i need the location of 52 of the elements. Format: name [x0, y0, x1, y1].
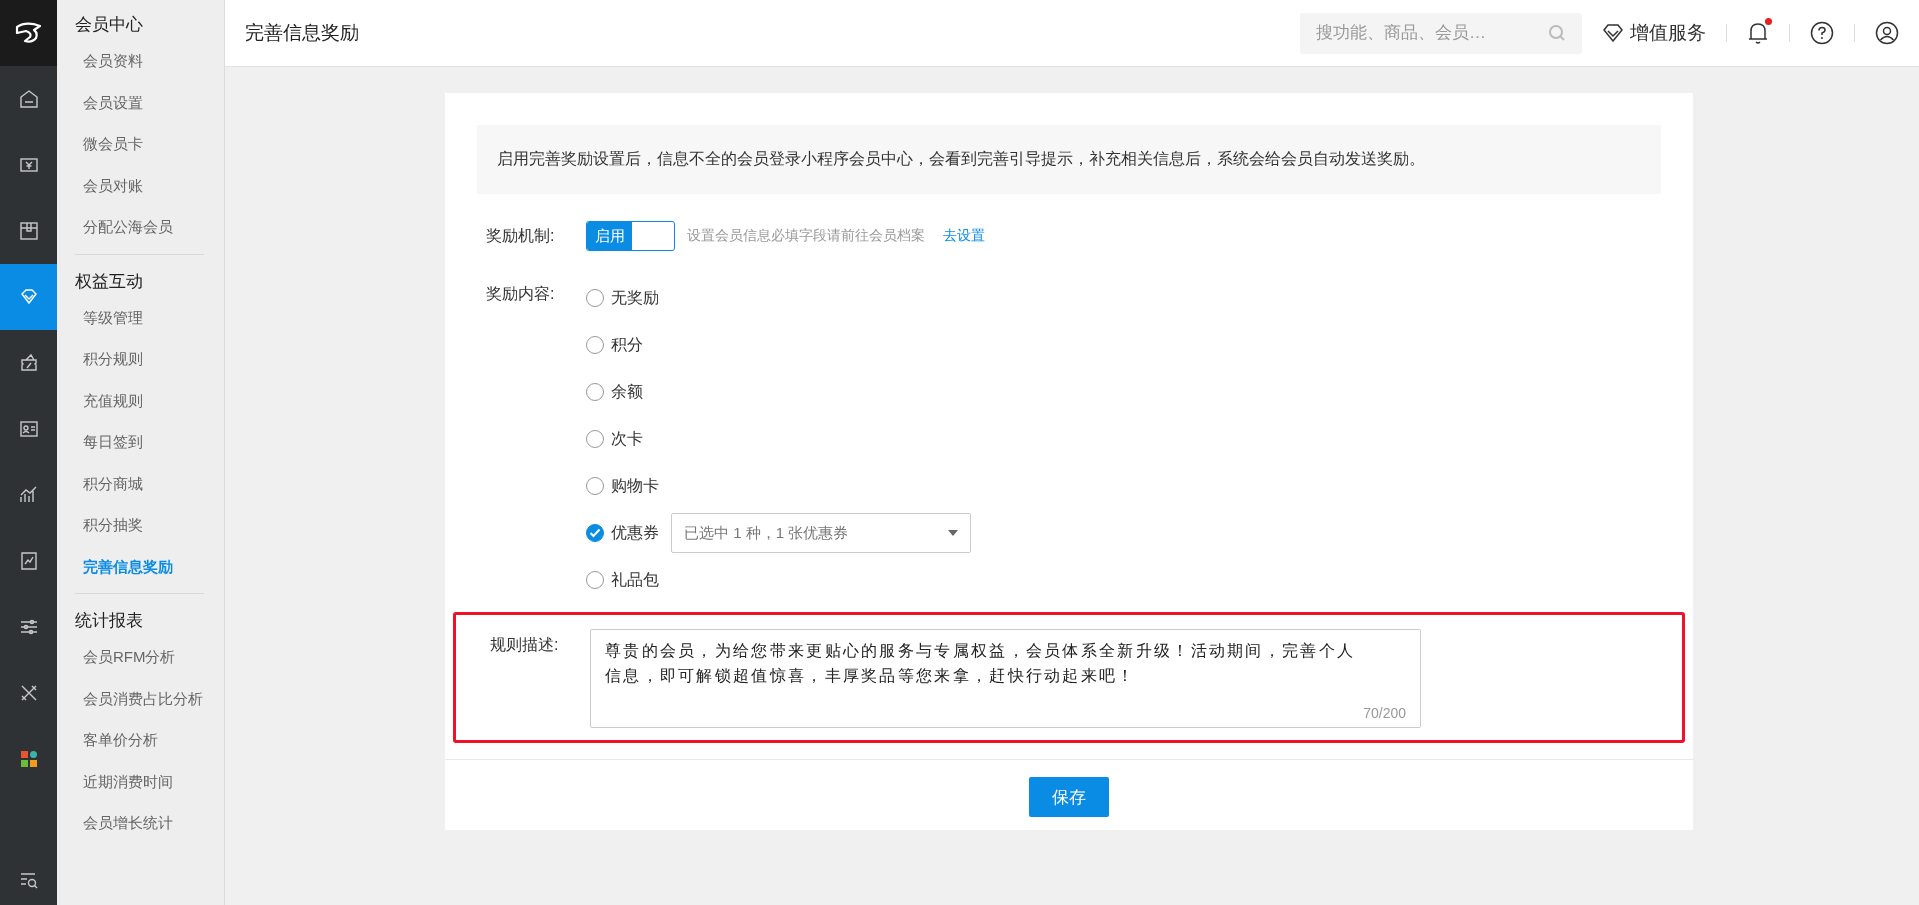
check-icon: [589, 528, 601, 538]
menu-item[interactable]: 积分商城: [57, 462, 224, 504]
menu-item[interactable]: 会员设置: [57, 81, 224, 123]
radio-option[interactable]: 次卡: [586, 428, 643, 450]
settings-link[interactable]: 去设置: [943, 227, 985, 245]
radio-option[interactable]: 购物卡: [586, 475, 659, 497]
caret-icon: [948, 530, 958, 536]
menu-item[interactable]: 积分规则: [57, 338, 224, 380]
radio-option[interactable]: 积分: [586, 334, 643, 356]
radio-option[interactable]: 优惠券: [586, 522, 659, 544]
field-label: 奖励机制:: [486, 226, 556, 246]
menu-item[interactable]: 每日签到: [57, 421, 224, 463]
radio-option[interactable]: 无奖励: [586, 287, 659, 309]
radio-option[interactable]: 余额: [586, 381, 643, 403]
page-title: 完善信息奖励: [245, 21, 359, 45]
search-icon: [1548, 23, 1566, 42]
help-icon[interactable]: [1810, 21, 1834, 45]
radio-option[interactable]: 礼品包: [586, 569, 659, 591]
menu-item[interactable]: 会员增长统计: [57, 802, 224, 844]
bell-icon[interactable]: [1747, 21, 1769, 45]
menu-item[interactable]: 分配公海会员: [57, 206, 224, 248]
home-icon: [17, 88, 40, 110]
hint-text: 设置会员信息必填字段请前往会员档案: [687, 227, 925, 245]
field-label: 规则描述:: [490, 635, 560, 655]
menu-item[interactable]: 客单价分析: [57, 719, 224, 761]
menu-group-title: 权益互动: [74, 270, 144, 293]
menu-item[interactable]: 近期消费时间: [57, 760, 224, 802]
menu-item[interactable]: 微会员卡: [57, 123, 224, 165]
notice-text: 启用完善奖励设置后，信息不全的会员登录小程序会员中心，会看到完善引导提示，补充相关信息后，系统会给会员自动发送奖励。: [477, 125, 1661, 194]
menu-item[interactable]: 会员RFM分析: [57, 636, 224, 678]
menu-item[interactable]: 会员对账: [57, 164, 224, 206]
bird-logo-icon[interactable]: [13, 21, 44, 45]
menu-group-title: 会员中心: [74, 14, 144, 36]
menu-item[interactable]: 充值规则: [57, 379, 224, 421]
user-icon[interactable]: [1875, 21, 1899, 45]
menu-item[interactable]: 完善信息奖励: [57, 545, 224, 587]
character-counter: 70/200: [1363, 705, 1406, 721]
menu-item[interactable]: 会员资料: [57, 40, 224, 82]
toggle-switch[interactable]: 启用: [586, 221, 675, 251]
id-card-icon: [17, 418, 40, 440]
search-field[interactable]: 搜功能、商品、会员…: [1300, 12, 1582, 54]
description-field[interactable]: 尊贵的会员，为给您带来更贴心的服务与专属权益，会员体系全新升级！活动期间，完善个人信息，即可解锁超值惊喜，丰厚奖品等您来拿，赶快行动起来吧！ 70/200: [590, 629, 1421, 728]
field-label: 奖励内容:: [486, 284, 556, 304]
menu-item[interactable]: 会员消费占比分析: [57, 677, 224, 719]
box-icon: [17, 220, 40, 242]
coupon-dropdown[interactable]: 已选中 1 种，1 张优惠券: [671, 513, 971, 553]
save-button[interactable]: 保存: [1029, 777, 1109, 817]
menu-group-title: 统计报表: [74, 610, 144, 632]
value-service-link[interactable]: 增值服务: [1602, 20, 1706, 46]
diamond-icon: [1602, 24, 1624, 42]
menu-item[interactable]: 积分抽奖: [57, 504, 224, 546]
menu-item[interactable]: 等级管理: [57, 296, 224, 338]
